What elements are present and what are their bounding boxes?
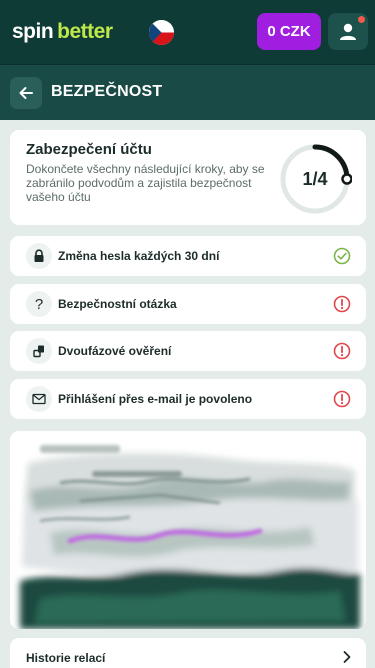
warning-circle-icon — [333, 342, 351, 360]
step-security-question[interactable]: ? Bezpečnostní otázka — [10, 284, 366, 324]
page-header: BEZPEČNOST — [0, 64, 375, 120]
notification-dot — [358, 16, 365, 23]
user-menu-button[interactable] — [328, 13, 368, 50]
step-two-factor[interactable]: Dvoufázové ověření — [10, 331, 366, 371]
security-title: Zabezpečení účtu — [26, 141, 152, 158]
account-security-card: Zabezpečení účtu Dokončete všechny násle… — [10, 130, 366, 225]
security-progress-ring: 1/4 — [278, 142, 352, 216]
two-factor-icon — [26, 338, 52, 364]
step-label: Dvoufázové ověření — [58, 344, 172, 358]
page-title: BEZPEČNOST — [51, 83, 163, 100]
blurred-content-image — [20, 445, 360, 629]
security-description: Dokončete všechny následující kroky, aby… — [26, 162, 265, 204]
spinbetter-logo[interactable]: spin better — [12, 20, 113, 44]
step-label: Bezpečnostní otázka — [58, 297, 177, 311]
chevron-right-icon — [343, 651, 351, 663]
warning-circle-icon — [333, 390, 351, 408]
question-icon: ? — [26, 291, 52, 317]
logo-text-better: better — [57, 20, 113, 43]
blurred-session-content — [10, 431, 366, 629]
arrow-left-icon — [19, 87, 33, 99]
session-history-row[interactable]: Historie relací — [10, 638, 366, 668]
check-circle-icon — [333, 247, 351, 265]
step-label: Přihlášení přes e-mail je povoleno — [58, 392, 253, 406]
warning-circle-icon — [333, 295, 351, 313]
mail-icon — [26, 386, 52, 412]
step-label: Změna hesla každých 30 dní — [58, 249, 220, 263]
user-icon — [340, 23, 356, 40]
czech-flag-icon[interactable] — [149, 20, 174, 45]
balance-button[interactable]: 0 CZK — [257, 13, 321, 50]
back-button[interactable] — [10, 77, 42, 109]
step-password-change[interactable]: Změna hesla každých 30 dní — [10, 236, 366, 276]
session-history-label: Historie relací — [26, 651, 106, 665]
step-email-login[interactable]: Přihlášení přes e-mail je povoleno — [10, 379, 366, 419]
top-bar: spin better 0 CZK — [0, 0, 375, 64]
lock-icon — [26, 243, 52, 269]
progress-label: 1/4 — [302, 168, 328, 189]
logo-text-spin: spin — [12, 20, 54, 43]
